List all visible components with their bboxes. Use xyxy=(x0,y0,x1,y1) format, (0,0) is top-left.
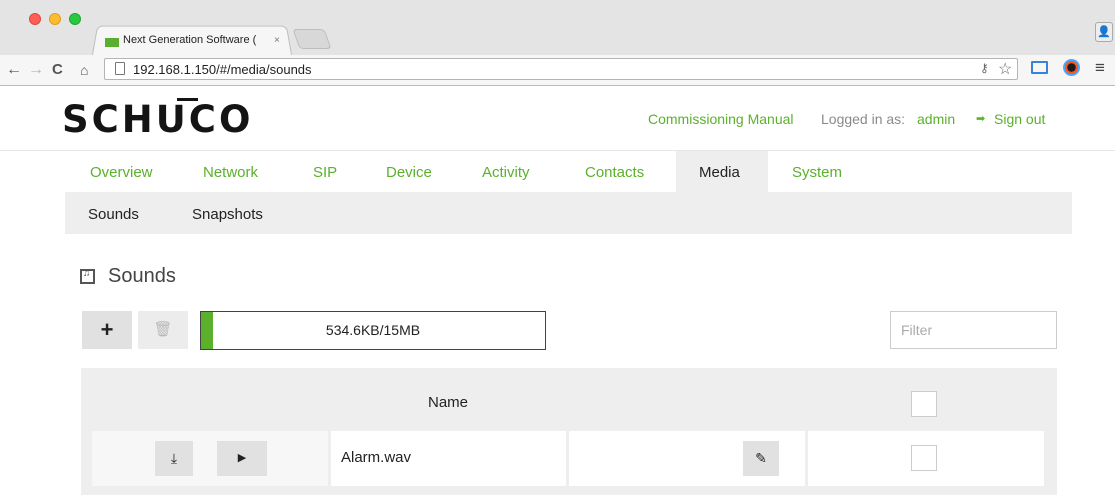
browser-toolbar: ← → C ⌂ 192.168.1.150/#/media/sounds ⚷ ☆ xyxy=(0,55,1115,86)
download-button[interactable]: ⤓ xyxy=(155,441,193,476)
column-header-name: Name xyxy=(428,394,469,411)
music-file-icon xyxy=(80,268,95,284)
plus-icon: + xyxy=(100,317,114,342)
url-text[interactable]: 192.168.1.150/#/media/sounds xyxy=(133,62,312,77)
close-window-icon[interactable] xyxy=(29,13,41,25)
cast-extension-icon[interactable] xyxy=(1031,61,1048,74)
logo-accent-mark xyxy=(177,98,198,101)
tab-overview[interactable]: Overview xyxy=(90,164,153,181)
sign-out-link[interactable]: Sign out xyxy=(994,111,1045,127)
tab-sip[interactable]: SIP xyxy=(313,164,337,181)
play-button[interactable]: ▶ xyxy=(217,441,267,476)
new-tab-button[interactable] xyxy=(292,29,332,49)
browser-tab-content[interactable]: Next Generation Software ( × xyxy=(105,31,285,49)
schuco-logo: SCHUCO xyxy=(62,98,254,141)
nav-divider xyxy=(0,150,1115,151)
storage-usage-bar: 534.6KB/15MB xyxy=(200,311,546,350)
bookmark-star-icon[interactable]: ☆ xyxy=(998,59,1012,79)
back-arrow-icon[interactable]: ← xyxy=(6,59,22,81)
home-icon[interactable]: ⌂ xyxy=(80,59,88,81)
tab-system[interactable]: System xyxy=(792,164,842,181)
table-cell-actions xyxy=(92,431,328,486)
browser-menu-icon[interactable]: ≡ xyxy=(1095,59,1105,76)
minimize-window-icon[interactable] xyxy=(49,13,61,25)
add-sound-button[interactable]: + xyxy=(82,311,132,349)
logged-in-label: Logged in as: xyxy=(821,111,906,127)
address-bar[interactable]: 192.168.1.150/#/media/sounds ⚷ ☆ xyxy=(104,58,1018,80)
tab-contacts[interactable]: Contacts xyxy=(585,164,644,181)
subtab-sounds[interactable]: Sounds xyxy=(88,206,139,223)
page-icon xyxy=(115,62,125,75)
maximize-window-icon[interactable] xyxy=(69,13,81,25)
play-icon: ▶ xyxy=(237,452,247,464)
sound-file-name: Alarm.wav xyxy=(341,449,412,466)
page-title: Sounds xyxy=(108,265,176,287)
sign-out-icon[interactable]: ➡ xyxy=(976,112,985,125)
download-icon: ⤓ xyxy=(170,450,178,466)
delete-sound-button[interactable]: 🗑 xyxy=(138,311,188,349)
tab-close-icon[interactable]: × xyxy=(274,35,280,46)
storage-usage-text: 534.6KB/15MB xyxy=(325,322,421,338)
row-checkbox[interactable] xyxy=(911,445,937,471)
filter-input[interactable] xyxy=(890,311,1057,349)
color-extension-icon[interactable] xyxy=(1063,59,1080,76)
commissioning-manual-link[interactable]: Commissioning Manual xyxy=(648,111,794,127)
pencil-icon: ✎ xyxy=(755,450,767,466)
tab-activity[interactable]: Activity xyxy=(482,164,530,181)
key-icon[interactable]: ⚷ xyxy=(980,61,989,75)
favicon-icon xyxy=(105,38,119,47)
profile-icon[interactable]: 👤 xyxy=(1095,22,1113,42)
browser-tab-title: Next Generation Software ( xyxy=(123,34,257,46)
tab-device[interactable]: Device xyxy=(386,164,432,181)
subtab-snapshots[interactable]: Snapshots xyxy=(192,206,263,223)
forward-arrow-icon[interactable]: → xyxy=(28,59,44,81)
select-all-checkbox[interactable] xyxy=(911,391,937,417)
logged-in-username[interactable]: admin xyxy=(917,111,955,127)
trash-icon: 🗑 xyxy=(153,321,173,338)
reload-icon[interactable]: C xyxy=(52,59,63,81)
tab-media[interactable]: Media xyxy=(699,164,740,181)
tab-network[interactable]: Network xyxy=(203,164,258,181)
edit-button[interactable]: ✎ xyxy=(743,441,779,476)
